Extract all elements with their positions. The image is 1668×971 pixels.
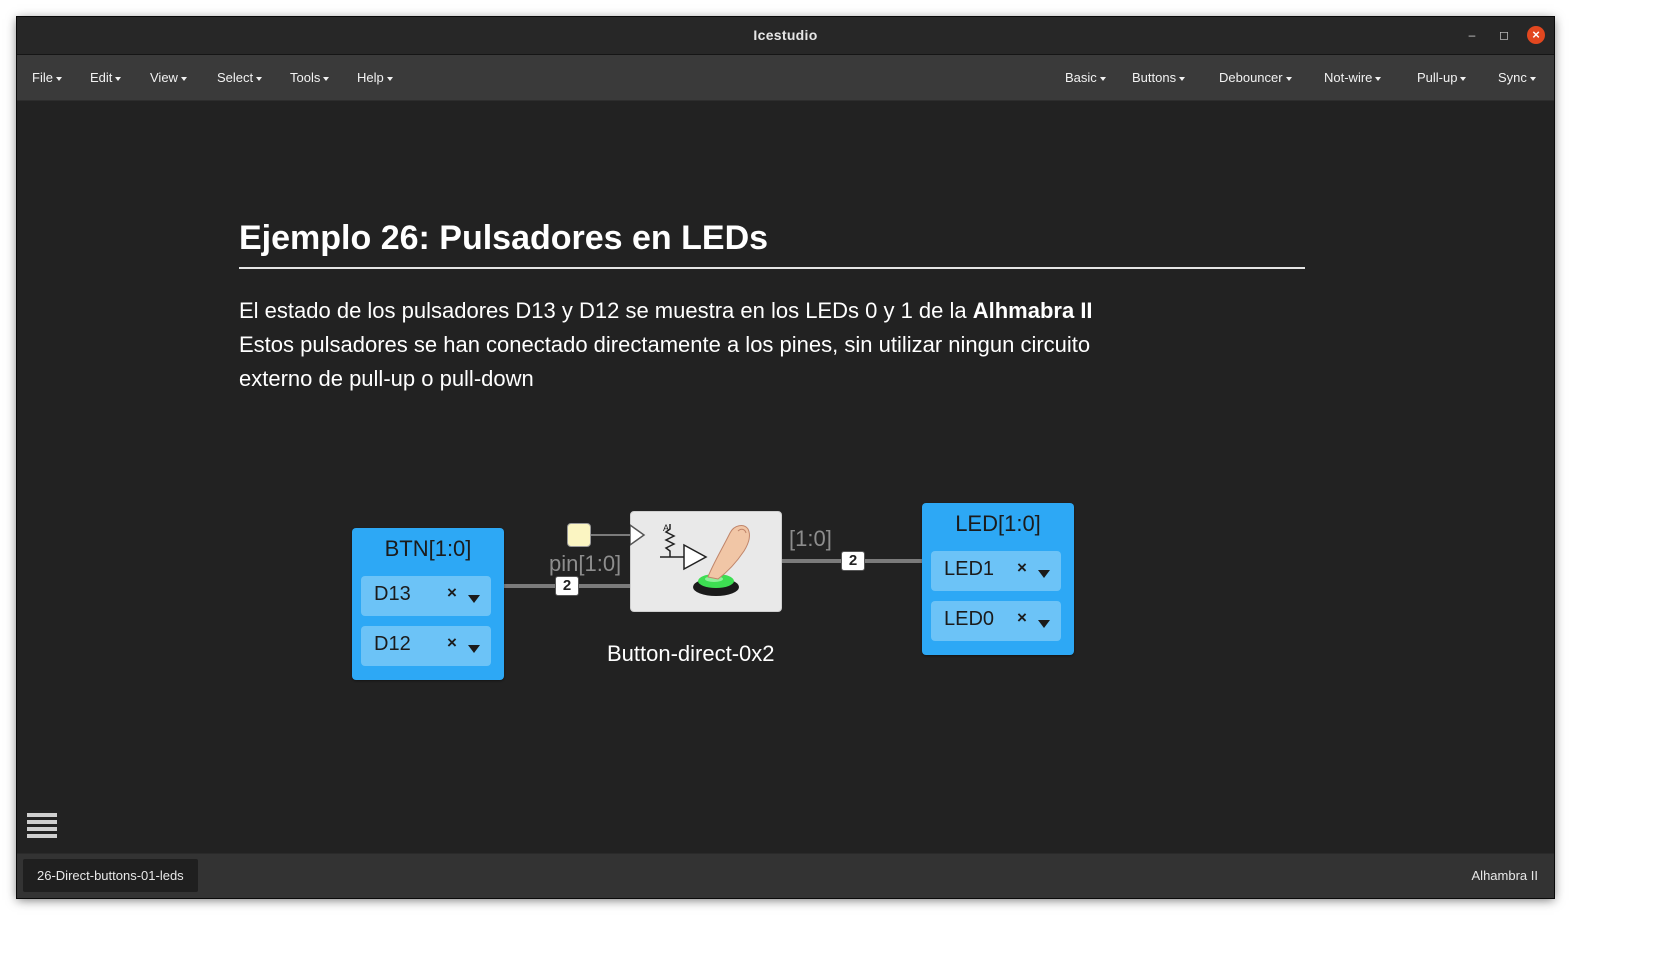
pin-select-led0[interactable]: LED0 ×: [931, 601, 1061, 641]
menu-buttons[interactable]: Buttons: [1132, 70, 1185, 85]
status-bar: 26-Direct-buttons-01-leds Alhambra II: [17, 853, 1554, 898]
wire-clock-input[interactable]: [591, 534, 631, 536]
maximize-button[interactable]: ◻: [1495, 26, 1513, 44]
block-caption: Button-direct-0x2: [607, 641, 775, 666]
menu-bar: File Edit View Select Tools Help Basic B…: [17, 55, 1554, 101]
heading-divider: [239, 267, 1305, 269]
menu-not-wire[interactable]: Not-wire: [1324, 70, 1381, 85]
design-canvas[interactable]: Ejemplo 26: Pulsadores en LEDs El estado…: [17, 101, 1554, 853]
bus-width-badge: 2: [555, 576, 579, 596]
pushbutton-icon: A: [630, 523, 750, 596]
comment-heading: Ejemplo 26: Pulsadores en LEDs: [239, 219, 769, 257]
menu-tools[interactable]: Tools: [290, 70, 329, 85]
output-block-led[interactable]: LED[1:0] LED1 × LED0 ×: [922, 503, 1074, 655]
chevron-down-icon[interactable]: [1038, 570, 1050, 578]
input-block-name: BTN[1:0]: [384, 536, 472, 561]
menu-view[interactable]: View: [150, 70, 187, 85]
module-input-port-label: pin[1:0]: [549, 551, 622, 576]
button-direct-block[interactable]: A: [630, 511, 782, 612]
chevron-down-icon[interactable]: [468, 595, 480, 603]
hamburger-menu-icon[interactable]: [27, 813, 57, 839]
board-name[interactable]: Alhambra II: [1472, 868, 1538, 883]
pin-label: D12: [374, 633, 411, 655]
svg-text:A: A: [663, 523, 669, 533]
menu-file[interactable]: File: [32, 70, 62, 85]
file-tab[interactable]: 26-Direct-buttons-01-leds: [23, 859, 198, 892]
comment-line-2: Estos pulsadores se han conectado direct…: [239, 332, 1091, 357]
pin-label: LED1: [944, 558, 995, 580]
window-title: Icestudio: [753, 27, 818, 43]
menu-sync[interactable]: Sync: [1498, 70, 1536, 85]
close-button[interactable]: ×: [1527, 26, 1545, 44]
board-name-bold: Alhmabra II: [972, 298, 1093, 323]
pin-select-led1[interactable]: LED1 ×: [931, 551, 1061, 591]
comment-paragraph: El estado de los pulsadores D13 y D12 se…: [239, 294, 1239, 396]
comment-line-3: externo de pull-up o pull-down: [239, 366, 534, 391]
pin-select-d12[interactable]: D12 ×: [361, 626, 491, 666]
menu-pull-up[interactable]: Pull-up: [1417, 70, 1466, 85]
clear-icon[interactable]: ×: [1017, 558, 1027, 578]
menu-basic[interactable]: Basic: [1065, 70, 1106, 85]
clear-icon[interactable]: ×: [1017, 608, 1027, 628]
comment-line-1: El estado de los pulsadores D13 y D12 se…: [239, 298, 1093, 323]
input-block-btn[interactable]: BTN[1:0] D13 × D12 ×: [352, 528, 504, 680]
chevron-down-icon[interactable]: [468, 645, 480, 653]
output-block-name: LED[1:0]: [955, 511, 1041, 536]
menu-help[interactable]: Help: [357, 70, 393, 85]
module-output-port-label: [1:0]: [789, 526, 832, 551]
clock-input-port[interactable]: [567, 523, 591, 547]
clear-icon[interactable]: ×: [447, 633, 457, 653]
title-bar: Icestudio – ◻ ×: [17, 17, 1554, 55]
menu-edit[interactable]: Edit: [90, 70, 121, 85]
chevron-down-icon[interactable]: [1038, 620, 1050, 628]
menu-debouncer[interactable]: Debouncer: [1219, 70, 1292, 85]
pin-label: D13: [374, 583, 411, 605]
clear-icon[interactable]: ×: [447, 583, 457, 603]
pin-select-d13[interactable]: D13 ×: [361, 576, 491, 616]
menu-select[interactable]: Select: [217, 70, 262, 85]
app-window: Icestudio – ◻ × File Edit View Select To…: [17, 17, 1554, 898]
pin-label: LED0: [944, 608, 995, 630]
minimize-button[interactable]: –: [1463, 26, 1481, 44]
bus-width-badge: 2: [841, 551, 865, 571]
